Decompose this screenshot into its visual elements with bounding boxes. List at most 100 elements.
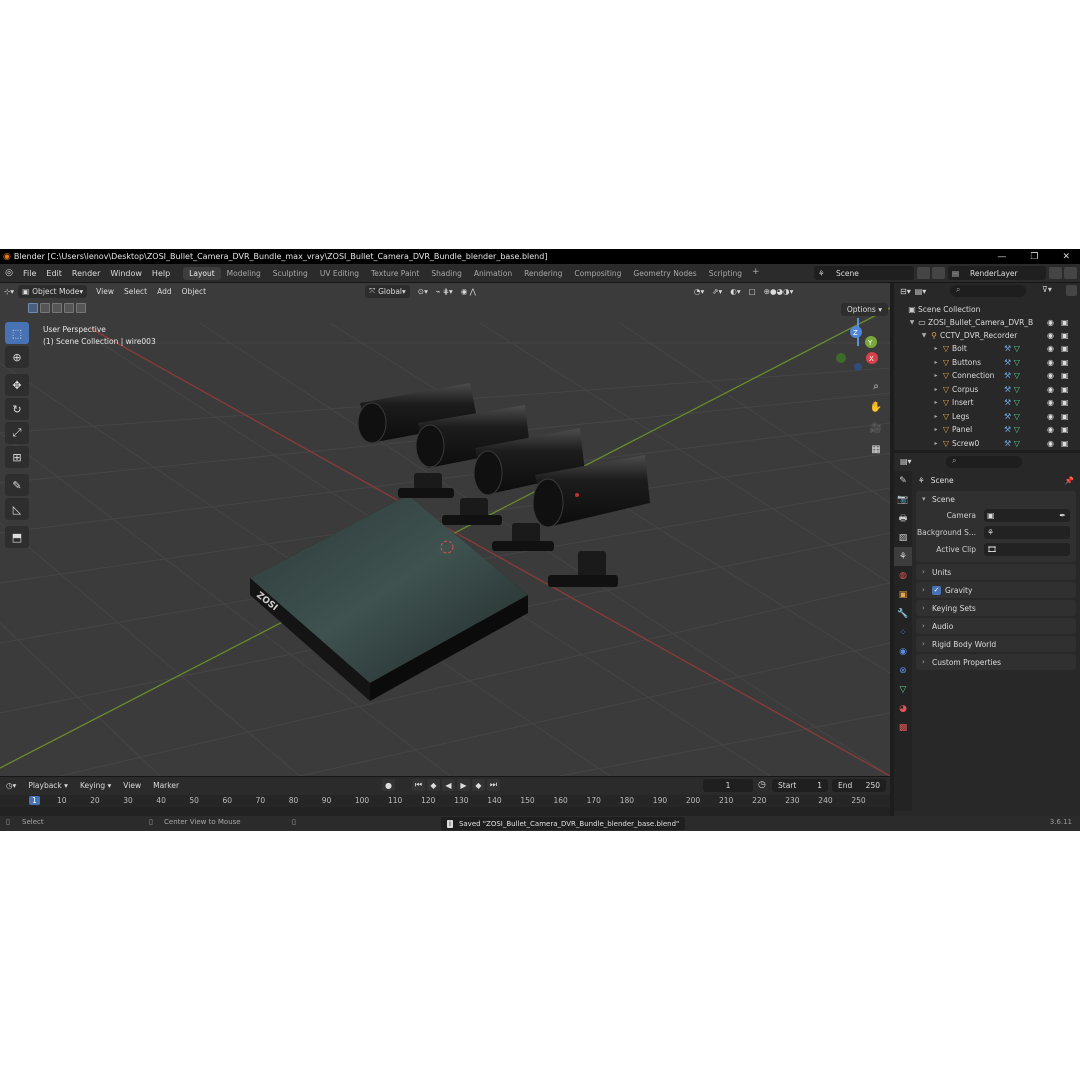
select-extend-icon[interactable] bbox=[40, 303, 50, 313]
expand-arrow-icon[interactable]: ▼ bbox=[920, 332, 928, 339]
visibility-eye-icon[interactable]: ◉ bbox=[1047, 398, 1054, 407]
object-tab-icon[interactable]: ▣ bbox=[894, 585, 912, 604]
visibility-eye-icon[interactable]: ◉ bbox=[1047, 344, 1054, 353]
render-camera-icon[interactable]: ▣ bbox=[1061, 425, 1069, 434]
move-icon[interactable]: ✥ bbox=[5, 374, 29, 396]
outliner-item-bolt[interactable]: ▸ ▽ Bolt ⚒ ▽ ◉ ▣ bbox=[894, 342, 1080, 355]
navigation-gizmo[interactable]: Z Y X bbox=[836, 318, 878, 371]
render-tab-icon[interactable]: 📷 bbox=[894, 490, 912, 509]
measure-icon[interactable]: ◺ bbox=[5, 498, 29, 520]
snap-icon[interactable]: ⌁ ⋕▾ bbox=[432, 285, 457, 298]
render-camera-icon[interactable]: ▣ bbox=[1061, 318, 1069, 327]
world-tab-icon[interactable]: ◍ bbox=[894, 566, 912, 585]
blender-menu-icon[interactable]: ◎ bbox=[0, 268, 18, 278]
tab-rendering[interactable]: Rendering bbox=[518, 267, 568, 280]
tab-modeling[interactable]: Modeling bbox=[221, 267, 267, 280]
rotate-icon[interactable]: ↻ bbox=[5, 398, 29, 420]
physics-tab-icon[interactable]: ◉ bbox=[894, 642, 912, 661]
timeline-editor-icon[interactable]: ◷▾ bbox=[0, 781, 22, 790]
menu-object[interactable]: Object bbox=[177, 287, 211, 296]
menu-marker[interactable]: Marker bbox=[147, 781, 185, 790]
menu-add[interactable]: Add bbox=[152, 287, 177, 296]
outliner-object[interactable]: ▼ ⚲ CCTV_DVR_Recorder ◉ ▣ bbox=[894, 329, 1080, 342]
pivot-icon[interactable]: ⊙▾ bbox=[414, 285, 432, 298]
outliner-item-corpus[interactable]: ▸ ▽ Corpus ⚒ ▽ ◉ ▣ bbox=[894, 383, 1080, 396]
new-view-layer-icon[interactable] bbox=[1049, 267, 1062, 279]
render-camera-icon[interactable]: ▣ bbox=[1061, 371, 1069, 380]
select-subtract-icon[interactable] bbox=[52, 303, 62, 313]
menu-playback[interactable]: Playback ▾ bbox=[22, 781, 74, 790]
visibility-eye-icon[interactable]: ◉ bbox=[1047, 439, 1054, 448]
select-box-icon[interactable]: ⬚ bbox=[5, 322, 29, 344]
zoom-icon[interactable]: ⌕ bbox=[866, 377, 886, 395]
current-frame-marker[interactable]: 1 bbox=[29, 796, 40, 805]
new-scene-icon[interactable] bbox=[917, 267, 930, 279]
outliner-item-legs[interactable]: ▸ ▽ Legs ⚒ ▽ ◉ ▣ bbox=[894, 410, 1080, 423]
outliner-item-connection[interactable]: ▸ ▽ Connection ⚒ ▽ ◉ ▣ bbox=[894, 369, 1080, 382]
properties-search[interactable]: ⌕ bbox=[946, 456, 1022, 468]
view-layer-selector[interactable]: ▤ RenderLayer bbox=[948, 266, 1046, 280]
view-layer-tab-icon[interactable]: ▨ bbox=[894, 528, 912, 547]
outliner-item-screw0[interactable]: ▸ ▽ Screw0 ⚒ ▽ ◉ ▣ bbox=[894, 437, 1080, 450]
xray-icon[interactable]: ▢ bbox=[745, 285, 760, 298]
close-button[interactable]: ✕ bbox=[1062, 252, 1070, 262]
visibility-eye-icon[interactable]: ◉ bbox=[1047, 371, 1054, 380]
overlay-toggle-icon[interactable]: ◐▾ bbox=[726, 285, 744, 298]
tab-sculpting[interactable]: Sculpting bbox=[267, 267, 314, 280]
active-clip-field[interactable]: 🎞 bbox=[984, 543, 1070, 556]
panel-scene-header[interactable]: ▾ Scene bbox=[916, 491, 1076, 507]
eyedropper-icon[interactable]: ✒ bbox=[1059, 511, 1066, 520]
tool-tab-icon[interactable]: ✎ bbox=[894, 471, 912, 490]
tab-shading[interactable]: Shading bbox=[425, 267, 467, 280]
expand-arrow-icon[interactable]: ▸ bbox=[932, 345, 940, 352]
camera-field[interactable]: ▣ ✒ bbox=[984, 509, 1070, 522]
shading-modes-icon[interactable]: ⊕●◕◑▾ bbox=[760, 285, 798, 298]
select-new-icon[interactable] bbox=[28, 303, 38, 313]
expand-arrow-icon[interactable]: ▸ bbox=[932, 399, 940, 406]
pin-icon[interactable]: 📌 bbox=[1065, 476, 1074, 485]
options-button[interactable]: Options ▾ bbox=[840, 303, 888, 316]
expand-arrow-icon[interactable]: ▸ bbox=[932, 386, 940, 393]
render-camera-icon[interactable]: ▣ bbox=[1061, 398, 1069, 407]
perspective-toggle-icon[interactable]: ▦ bbox=[866, 440, 886, 458]
panel-rigid-body-world[interactable]: › Rigid Body World bbox=[916, 636, 1076, 652]
transform-icon[interactable]: ⊞ bbox=[5, 446, 29, 468]
outliner-search[interactable]: ⌕ bbox=[950, 285, 1026, 297]
expand-arrow-icon[interactable]: ▼ bbox=[908, 319, 916, 326]
render-camera-icon[interactable]: ▣ bbox=[1061, 412, 1069, 421]
menu-timeline-view[interactable]: View bbox=[117, 781, 147, 790]
properties-editor-icon[interactable]: ▤▾ bbox=[894, 457, 912, 466]
gizmo-toggle-icon[interactable]: ⇗▾ bbox=[708, 285, 726, 298]
annotate-icon[interactable]: ✎ bbox=[5, 474, 29, 496]
outliner-item-panel[interactable]: ▸ ▽ Panel ⚒ ▽ ◉ ▣ bbox=[894, 423, 1080, 436]
panel-custom-properties[interactable]: › Custom Properties bbox=[916, 654, 1076, 670]
tab-geometry-nodes[interactable]: Geometry Nodes bbox=[627, 267, 702, 280]
clock-icon[interactable]: ◷ bbox=[758, 780, 766, 790]
background-scene-field[interactable]: ⚘ bbox=[984, 526, 1070, 539]
proportional-edit-icon[interactable]: ◉ ⋀ bbox=[457, 285, 480, 298]
record-icon[interactable]: ● bbox=[382, 779, 395, 791]
new-collection-icon[interactable] bbox=[1066, 285, 1077, 296]
tab-animation[interactable]: Animation bbox=[468, 267, 518, 280]
menu-keying[interactable]: Keying ▾ bbox=[74, 781, 117, 790]
play-reverse-icon[interactable]: ◀ bbox=[442, 779, 455, 791]
menu-edit[interactable]: Edit bbox=[41, 269, 67, 278]
panel-gravity[interactable]: › ✓ Gravity bbox=[916, 582, 1076, 598]
tab-compositing[interactable]: Compositing bbox=[568, 267, 627, 280]
scene-tab-icon[interactable]: ⚘ bbox=[894, 547, 912, 566]
display-mode-icon[interactable]: ▤▾ bbox=[915, 287, 927, 296]
restore-button[interactable]: ❐ bbox=[1030, 252, 1038, 262]
next-keyframe-icon[interactable]: ◆ bbox=[472, 779, 485, 791]
select-difference-icon[interactable] bbox=[64, 303, 74, 313]
camera-view-icon[interactable]: 🎥 bbox=[866, 419, 886, 437]
scene-selector[interactable]: ⚘ Scene bbox=[814, 266, 914, 280]
outliner-collection[interactable]: ▼ ▭ ZOSI_Bullet_Camera_DVR_B ◉ ▣ bbox=[894, 316, 1080, 329]
constraints-tab-icon[interactable]: ⊗ bbox=[894, 661, 912, 680]
delete-view-layer-icon[interactable] bbox=[1064, 267, 1077, 279]
data-tab-icon[interactable]: ▽ bbox=[894, 680, 912, 699]
gravity-checkbox[interactable]: ✓ bbox=[932, 585, 941, 595]
transform-orientation[interactable]: ⤧ Global ▾ bbox=[365, 284, 410, 298]
tab-uv-editing[interactable]: UV Editing bbox=[314, 267, 365, 280]
frame-ruler[interactable]: 1 10 20 30 40 50 60 70 80 90 100 110 120 130 140 150 160… bbox=[0, 795, 890, 807]
render-camera-icon[interactable]: ▣ bbox=[1061, 344, 1069, 353]
